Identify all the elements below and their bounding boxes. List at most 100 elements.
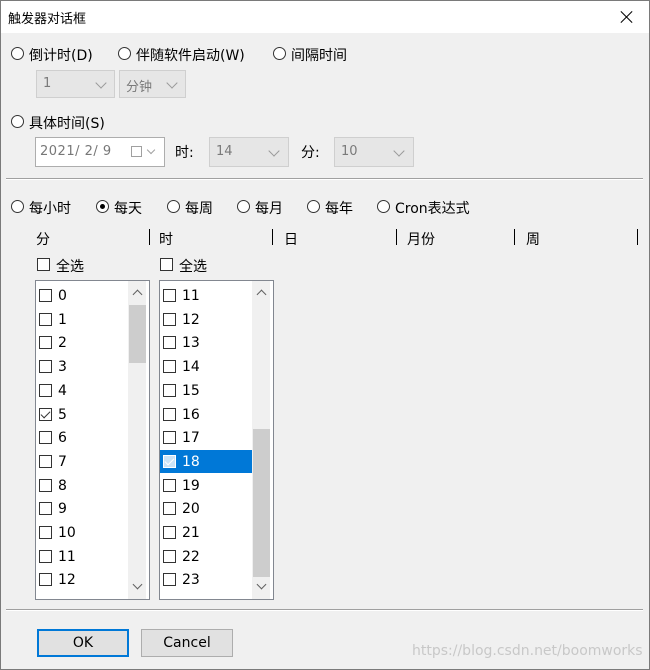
freq-radio-cron[interactable] xyxy=(377,200,390,213)
hour-list-item[interactable]: 19 xyxy=(160,474,252,497)
date-picker[interactable]: 2021/ 2/ 9 xyxy=(35,137,165,167)
interval-radio[interactable] xyxy=(273,47,286,60)
hour-item-label: 22 xyxy=(182,548,200,565)
hour-item-checkbox[interactable] xyxy=(163,478,176,492)
minute-item-checkbox[interactable] xyxy=(39,549,52,563)
minute-list-item[interactable]: 4 xyxy=(36,379,128,402)
minute-list-item[interactable]: 10 xyxy=(36,521,128,544)
column-divider xyxy=(637,229,638,245)
hour-select-all-checkbox[interactable] xyxy=(160,258,173,271)
specific-time-radio[interactable] xyxy=(11,115,24,128)
hour-item-checkbox[interactable] xyxy=(163,502,176,516)
minute-item-checkbox[interactable] xyxy=(39,478,52,492)
with-software-label: 伴随软件启动(W) xyxy=(136,48,245,64)
hour-item-checkbox[interactable] xyxy=(163,526,176,539)
hour-item-label: 12 xyxy=(182,311,200,328)
minute-scrollbar-thumb[interactable] xyxy=(129,305,146,363)
minute-list-item[interactable]: 0 xyxy=(36,284,128,307)
minute-item-checkbox[interactable] xyxy=(39,431,52,445)
minute-item-label: 10 xyxy=(58,525,76,541)
hour-item-checkbox[interactable] xyxy=(163,360,176,374)
interval-unit-select[interactable]: 分钟 xyxy=(119,70,186,98)
minute-item-checkbox[interactable] xyxy=(39,502,52,516)
minute-list-item[interactable]: 7 xyxy=(36,450,128,473)
minute-select-all-label: 全选 xyxy=(56,259,84,275)
chevron-down-icon[interactable] xyxy=(256,579,267,590)
freq-radio-weekly[interactable] xyxy=(167,200,180,213)
hour-list-item[interactable]: 21 xyxy=(160,521,252,544)
hour-list-item[interactable]: 14 xyxy=(160,355,252,378)
minute-item-checkbox[interactable] xyxy=(39,407,52,421)
hour-item-label: 13 xyxy=(182,335,200,352)
minute-item-checkbox[interactable] xyxy=(39,383,52,397)
minute-item-label: 12 xyxy=(58,572,76,589)
hour-list-item[interactable]: 18 xyxy=(160,449,252,473)
minute-scrollbar[interactable] xyxy=(128,281,146,599)
chevron-down-icon[interactable] xyxy=(132,579,143,590)
hour-scrollbar[interactable] xyxy=(252,281,270,599)
minute-list-item[interactable]: 12 xyxy=(36,568,128,591)
minute-list-item[interactable]: 6 xyxy=(36,426,128,449)
hour-list-item[interactable]: 20 xyxy=(160,497,252,520)
hour-list-item[interactable]: 17 xyxy=(160,426,252,449)
minute-list-item[interactable]: 3 xyxy=(36,355,128,378)
hour-list-item[interactable]: 15 xyxy=(160,379,252,402)
freq-radio-monthly[interactable] xyxy=(237,200,250,213)
freq-label-daily: 每天 xyxy=(114,201,142,217)
chevron-up-icon[interactable] xyxy=(256,289,267,300)
hour-item-checkbox[interactable] xyxy=(163,383,176,397)
hour-list-item[interactable]: 11 xyxy=(160,284,252,307)
minute-item-label: 4 xyxy=(58,382,67,399)
hour-item-checkbox[interactable] xyxy=(163,431,176,445)
minute-list-item[interactable]: 11 xyxy=(36,545,128,568)
hour-item-label: 15 xyxy=(182,382,200,399)
chevron-up-icon[interactable] xyxy=(132,289,143,300)
separator xyxy=(6,178,643,180)
hour-item-checkbox[interactable] xyxy=(163,289,176,302)
hour-item-checkbox[interactable] xyxy=(163,454,176,468)
minute-item-checkbox[interactable] xyxy=(39,312,52,326)
hour-scrollbar-thumb[interactable] xyxy=(253,429,270,577)
minute-list-item[interactable]: 5 xyxy=(36,403,128,426)
minute-list-item[interactable]: 1 xyxy=(36,308,128,331)
ok-button[interactable]: OK xyxy=(37,629,129,657)
hour-list-item[interactable]: 23 xyxy=(160,568,252,591)
cancel-button[interactable]: Cancel xyxy=(141,629,233,657)
freq-radio-daily[interactable] xyxy=(96,200,109,213)
freq-radio-hourly[interactable] xyxy=(11,200,24,213)
countdown-radio[interactable] xyxy=(11,47,24,60)
interval-value-select[interactable]: 1 xyxy=(36,70,115,98)
hour-item-checkbox[interactable] xyxy=(163,407,176,421)
minute-item-checkbox[interactable] xyxy=(39,454,52,468)
minute-list-item[interactable]: 9 xyxy=(36,497,128,520)
hour-list-item[interactable]: 22 xyxy=(160,545,252,568)
hour-item-checkbox[interactable] xyxy=(163,312,176,326)
minute-item-label: 2 xyxy=(58,335,67,352)
minute-select-all-checkbox[interactable] xyxy=(37,258,50,271)
hour-listbox[interactable]: 23 22 21 20 19 18 17 16 15 14 13 12 11 xyxy=(159,280,274,600)
hour-list-item[interactable]: 12 xyxy=(160,308,252,331)
minute-list-item[interactable]: 2 xyxy=(36,331,128,354)
minute-item-checkbox[interactable] xyxy=(39,526,52,539)
minute-item-checkbox[interactable] xyxy=(39,573,52,587)
hour-list-item[interactable]: 16 xyxy=(160,403,252,426)
hour-select[interactable]: 14 xyxy=(209,137,289,167)
chevron-down-icon xyxy=(268,145,280,157)
hour-item-label: 11 xyxy=(182,288,200,304)
minute-item-checkbox[interactable] xyxy=(39,360,52,374)
minute-item-checkbox[interactable] xyxy=(39,289,52,302)
minute-listbox[interactable]: 12 11 10 9 8 7 6 5 4 3 2 1 0 xyxy=(35,280,150,600)
close-icon[interactable] xyxy=(618,8,636,26)
hour-list-item[interactable]: 13 xyxy=(160,331,252,354)
minute-select[interactable]: 10 xyxy=(334,137,414,167)
minute-item-checkbox[interactable] xyxy=(39,336,52,350)
freq-radio-yearly[interactable] xyxy=(307,200,320,213)
calendar-icon[interactable] xyxy=(131,146,142,157)
hour-item-checkbox[interactable] xyxy=(163,549,176,563)
with-software-radio[interactable] xyxy=(118,47,131,60)
hour-value: 14 xyxy=(216,144,233,159)
minute-list-item[interactable]: 8 xyxy=(36,474,128,497)
minute-label: 分: xyxy=(301,145,320,161)
hour-item-checkbox[interactable] xyxy=(163,336,176,350)
hour-item-checkbox[interactable] xyxy=(163,573,176,587)
